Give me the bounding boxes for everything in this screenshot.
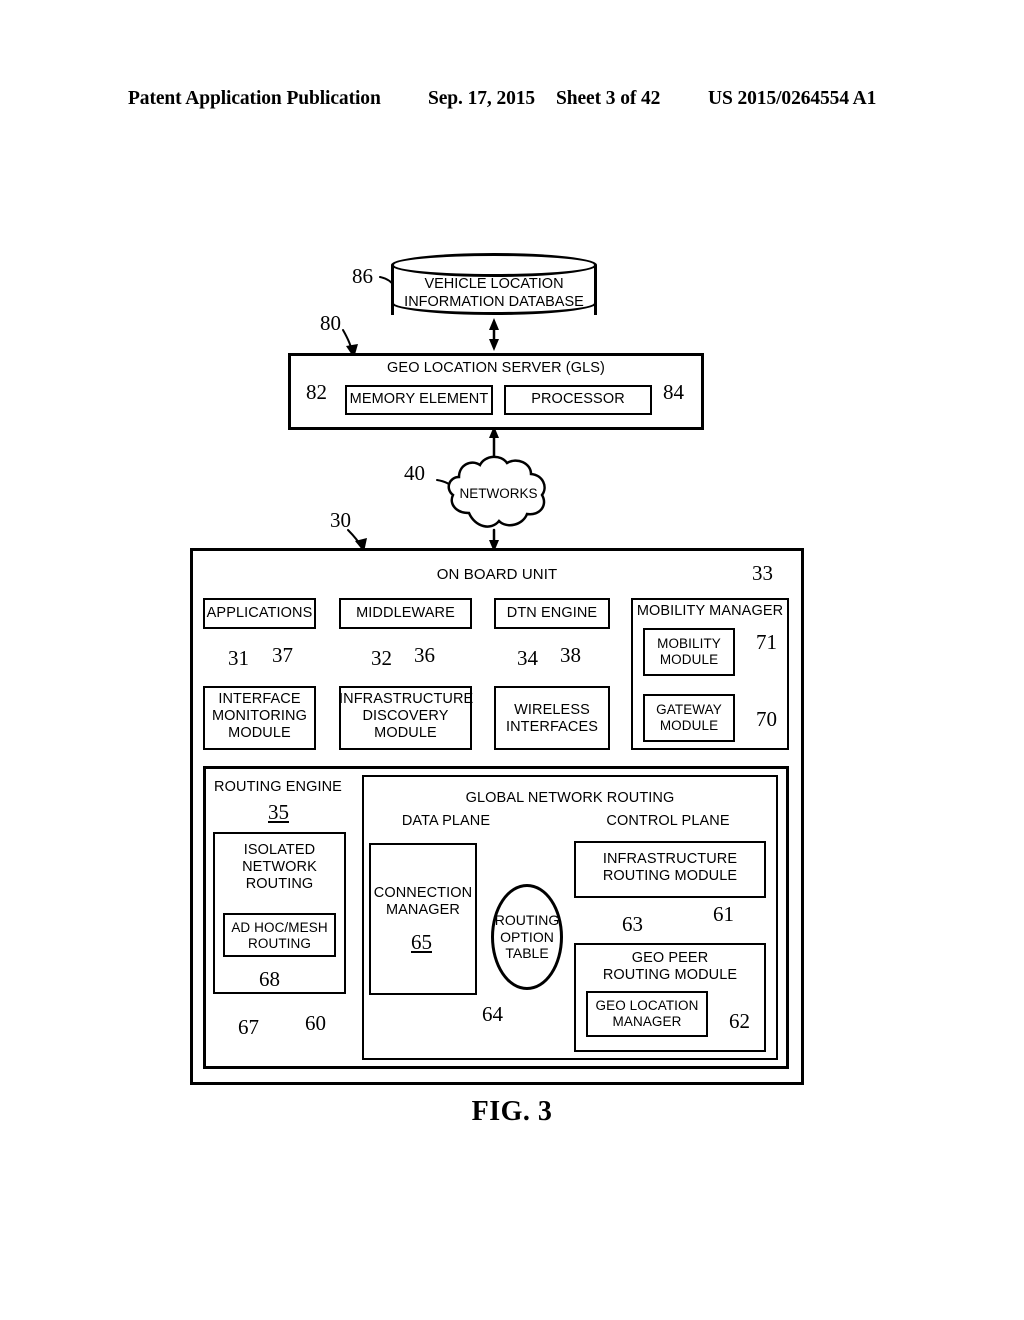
infrastructure-discovery-module-label: INFRASTRUCTURE DISCOVERY MODULE (339, 691, 474, 741)
publication-header-sheet: Sheet 3 of 42 (556, 88, 661, 109)
routing-option-table: ROUTING OPTION TABLE (491, 884, 563, 990)
on-board-unit-title: ON BOARD UNIT (436, 566, 558, 583)
vehicle-location-database: VEHICLE LOCATION INFORMATION DATABASE (391, 253, 597, 321)
ref-65: 65 (411, 930, 432, 954)
processor-label: PROCESSOR (531, 391, 625, 407)
middleware-label: MIDDLEWARE (356, 605, 455, 621)
ref-32: 32 (371, 646, 392, 670)
ref-71: 71 (756, 630, 777, 654)
networks-cloud: NETWORKS (447, 455, 550, 533)
ref-64: 64 (482, 1002, 503, 1026)
ref-33: 33 (752, 561, 773, 585)
gateway-module-label: GATEWAY MODULE (656, 702, 722, 733)
cylinder-top-ellipse (391, 253, 597, 277)
control-plane-title: CONTROL PLANE (606, 813, 730, 829)
figure-caption: FIG. 3 (471, 1096, 553, 1127)
ref-62: 62 (729, 1009, 750, 1033)
infrastructure-routing-module-label: INFRASTRUCTURE ROUTING MODULE (602, 851, 738, 884)
wireless-interfaces-label: WIRELESS INTERFACES (505, 702, 599, 735)
connection-manager (369, 843, 477, 995)
publication-header-number: US 2015/0264554 A1 (708, 88, 877, 109)
memory-element-label: MEMORY ELEMENT (349, 391, 489, 407)
ref-82: 82 (306, 380, 327, 404)
ref-80: 80 (320, 311, 341, 335)
ref-70: 70 (756, 707, 777, 731)
ref-60: 60 (305, 1011, 326, 1035)
isolated-network-routing-label: ISOLATED NETWORK ROUTING (242, 842, 317, 892)
ref-37: 37 (272, 643, 293, 667)
ref-38: 38 (560, 643, 581, 667)
ref-63: 63 (622, 912, 643, 936)
ref-40: 40 (404, 461, 425, 485)
ref-67: 67 (238, 1015, 259, 1039)
ref-84: 84 (663, 380, 684, 404)
ad-hoc-mesh-routing-label: AD HOC/MESH ROUTING (231, 920, 328, 951)
publication-header-date: Sep. 17, 2015 (428, 88, 536, 109)
ref-31: 31 (228, 646, 249, 670)
ref-68: 68 (259, 967, 280, 991)
routing-engine-title: ROUTING ENGINE (214, 779, 342, 795)
routing-option-table-label: ROUTING OPTION TABLE (494, 912, 560, 962)
publication-header-title: Patent Application Publication (128, 88, 381, 109)
vehicle-location-database-label: VEHICLE LOCATION INFORMATION DATABASE (404, 276, 584, 310)
ref-34: 34 (517, 646, 538, 670)
ref-35: 35 (268, 800, 289, 824)
connection-manager-label: CONNECTION MANAGER (373, 885, 473, 918)
geo-location-manager-label: GEO LOCATION MANAGER (595, 998, 699, 1029)
geo-peer-routing-module-label: GEO PEER ROUTING MODULE (602, 950, 738, 983)
ref-61: 61 (713, 902, 734, 926)
publication-header: Patent Application Publication Sep. 17, … (0, 88, 1024, 114)
ref-36: 36 (414, 643, 435, 667)
mobility-manager-label: MOBILITY MANAGER (636, 603, 784, 619)
applications-label: APPLICATIONS (206, 605, 313, 621)
data-plane-title: DATA PLANE (401, 813, 491, 829)
dtn-engine-label: DTN ENGINE (506, 605, 598, 621)
global-network-routing-title: GLOBAL NETWORK ROUTING (465, 790, 675, 806)
interface-monitoring-module-label: INTERFACE MONITORING MODULE (212, 691, 307, 741)
ref-86: 86 (352, 264, 373, 288)
ref-30: 30 (330, 508, 351, 532)
networks-label: NETWORKS (459, 486, 538, 501)
mobility-module-label: MOBILITY MODULE (657, 636, 721, 667)
geo-location-server-title: GEO LOCATION SERVER (GLS) (387, 360, 605, 376)
